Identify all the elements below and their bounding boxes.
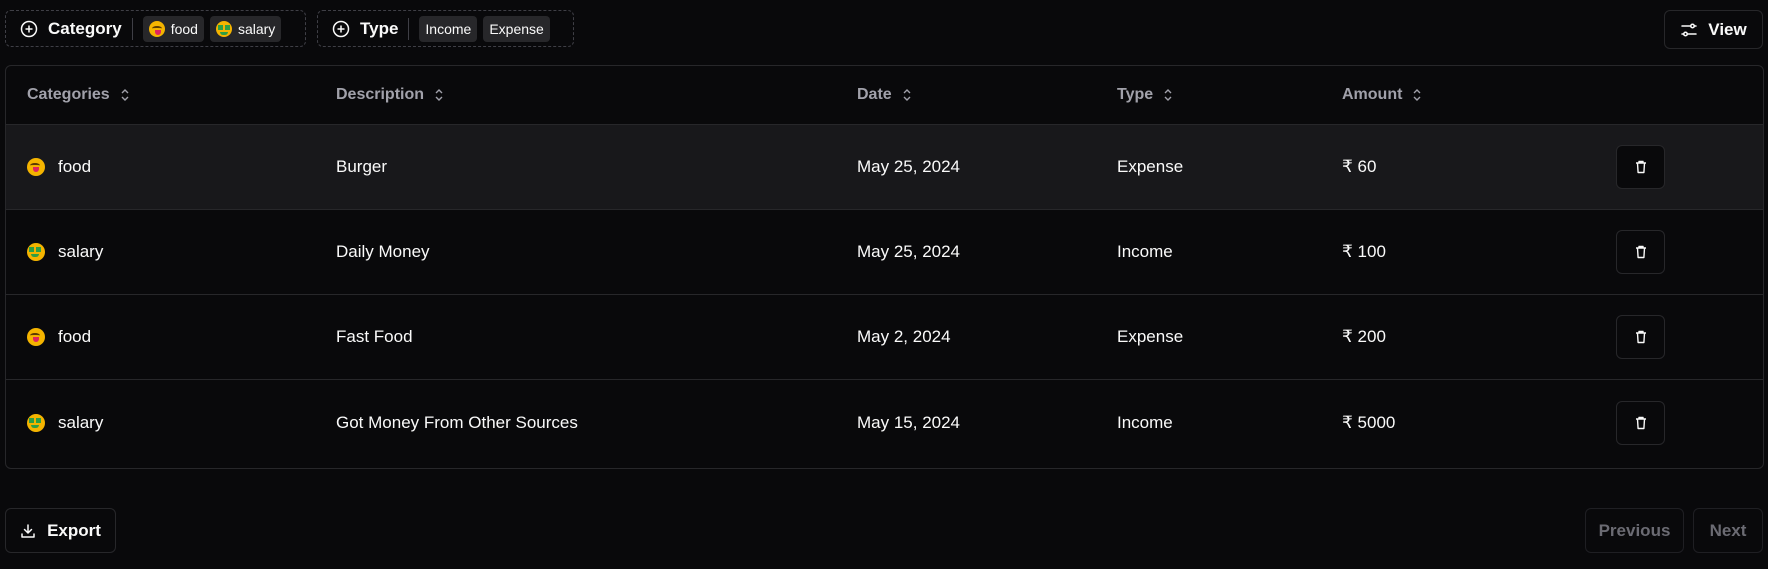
description-cell: Fast Food: [336, 327, 413, 346]
column-header-date[interactable]: Date: [857, 86, 912, 104]
table-row: salary Got Money From Other Sources May …: [6, 380, 1763, 465]
category-cell: food: [27, 295, 91, 379]
category-cell: salary: [27, 210, 103, 294]
header-label: Description: [336, 86, 425, 103]
sort-icon: [1412, 88, 1422, 102]
column-header-description[interactable]: Description: [336, 86, 444, 104]
table-footer: Export Previous Next: [5, 508, 1763, 553]
chip-label: food: [170, 20, 198, 37]
delete-button[interactable]: [1616, 230, 1665, 274]
export-label: Export: [47, 520, 101, 540]
column-header-categories[interactable]: Categories: [27, 86, 130, 104]
table-row: food Burger May 25, 2024 Expense ₹ 60: [6, 125, 1763, 210]
previous-page-button[interactable]: Previous: [1585, 508, 1684, 553]
header-label: Categories: [27, 86, 110, 103]
description-cell: Got Money From Other Sources: [336, 412, 578, 432]
amount-cell: ₹ 5000: [1342, 412, 1396, 432]
view-button[interactable]: View: [1664, 10, 1763, 49]
description-cell: Burger: [336, 157, 388, 176]
face-savoring-food-icon: [148, 20, 165, 37]
actions-cell: [1616, 295, 1665, 379]
date-cell: May 25, 2024: [857, 157, 961, 176]
type-filter-label: Type: [360, 18, 399, 38]
amount-cell: ₹ 200: [1342, 327, 1386, 346]
actions-cell: [1616, 125, 1665, 209]
category-label: salary: [58, 412, 104, 432]
table-row: food Fast Food May 2, 2024 Expense ₹ 200: [6, 295, 1763, 380]
next-page-button[interactable]: Next: [1693, 508, 1763, 553]
download-icon: [21, 523, 35, 538]
category-label: salary: [58, 242, 104, 261]
delete-button[interactable]: [1616, 315, 1665, 359]
sort-icon: [120, 88, 130, 102]
transactions-table: Categories Description Date Type Amount …: [5, 65, 1764, 469]
column-header-amount[interactable]: Amount: [1342, 86, 1422, 104]
actions-cell: [1616, 380, 1665, 465]
type-cell: Expense: [1117, 327, 1184, 346]
sliders-icon: [1681, 22, 1698, 37]
category-cell: salary: [27, 380, 103, 465]
toolbar: Category food salary Type Income Expense…: [5, 10, 1763, 49]
category-chip-food: food: [142, 15, 204, 42]
delete-button[interactable]: [1616, 145, 1665, 189]
table-header: Categories Description Date Type Amount: [6, 66, 1763, 125]
money-mouth-face-icon: [27, 243, 45, 261]
date-cell: May 25, 2024: [857, 242, 961, 261]
plus-circle-icon: [332, 20, 350, 38]
view-label: View: [1708, 19, 1747, 39]
actions-cell: [1616, 210, 1665, 294]
category-filter-button[interactable]: Category food salary: [5, 10, 306, 47]
header-label: Type: [1117, 86, 1154, 103]
description-cell: Daily Money: [336, 242, 430, 261]
category-cell: food: [27, 125, 91, 209]
money-mouth-face-icon: [215, 20, 232, 37]
trash-icon: [1635, 330, 1646, 344]
table-row: salary Daily Money May 25, 2024 Income ₹…: [6, 210, 1763, 295]
type-filter-button[interactable]: Type Income Expense: [317, 10, 574, 47]
plus-circle-icon: [20, 20, 38, 38]
export-button[interactable]: Export: [5, 508, 116, 553]
amount-cell: ₹ 100: [1342, 242, 1386, 261]
type-cell: Income: [1117, 242, 1173, 261]
sort-icon: [434, 88, 444, 102]
category-filter-label: Category: [48, 18, 122, 38]
trash-icon: [1635, 160, 1646, 174]
type-cell: Income: [1117, 412, 1173, 432]
column-header-type[interactable]: Type: [1117, 86, 1173, 104]
header-label: Amount: [1342, 86, 1403, 103]
category-label: food: [58, 327, 92, 346]
money-mouth-face-icon: [27, 413, 45, 432]
chip-label: salary: [237, 20, 276, 37]
type-chip-expense: Expense: [483, 15, 550, 42]
face-savoring-food-icon: [27, 158, 45, 176]
type-cell: Expense: [1117, 157, 1184, 176]
delete-button[interactable]: [1616, 400, 1665, 445]
type-chip-income: Income: [419, 15, 478, 42]
divider: [408, 17, 410, 40]
trash-icon: [1635, 416, 1646, 429]
date-cell: May 15, 2024: [857, 412, 961, 432]
header-label: Date: [857, 86, 892, 103]
amount-cell: ₹ 60: [1342, 157, 1377, 176]
trash-icon: [1635, 245, 1646, 259]
face-savoring-food-icon: [27, 328, 45, 346]
sort-icon: [902, 88, 912, 102]
date-cell: May 2, 2024: [857, 327, 951, 346]
divider: [131, 17, 133, 40]
category-chip-salary: salary: [209, 15, 282, 42]
category-label: food: [58, 157, 92, 176]
sort-icon: [1163, 88, 1173, 102]
